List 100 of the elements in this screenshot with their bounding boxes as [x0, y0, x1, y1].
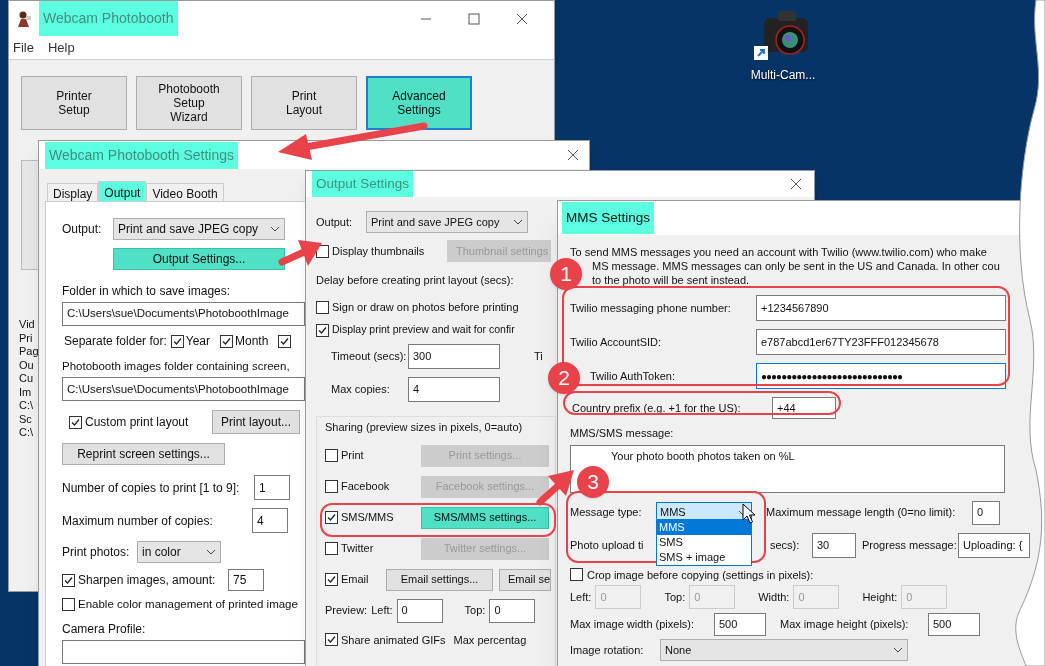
input-field[interactable]: 500 — [928, 613, 980, 636]
checkbox[interactable] — [170, 334, 184, 348]
dropdown[interactable]: Print and save JPEG copy — [113, 218, 285, 240]
input-field[interactable] — [62, 639, 305, 664]
window-title: MMS Settings — [562, 201, 655, 235]
input-field[interactable]: 300 — [408, 344, 500, 369]
checkbox[interactable] — [278, 334, 292, 348]
field-label: Preview: — [325, 603, 368, 619]
field-label: Max image width (pixels): — [570, 617, 696, 633]
field-label: Twilio messaging phone number: — [570, 300, 732, 316]
window-title: Webcam Photobooth Settings — [45, 141, 238, 169]
field-label: Width: — [758, 589, 790, 605]
checkbox[interactable] — [69, 415, 82, 429]
list-text: C:\ — [19, 426, 34, 440]
checkbox-label: Sign or draw on photos before printing — [332, 299, 519, 315]
checkbox-label: Crop image before copying (settings in pixels): — [587, 567, 814, 583]
close-icon[interactable] — [790, 178, 802, 191]
checkbox-label: Twitter — [341, 541, 375, 557]
tab[interactable]: Display — [47, 183, 99, 201]
input-field[interactable]: 0 — [972, 500, 1000, 525]
field-label: Print photos: — [62, 544, 131, 562]
checkbox[interactable] — [325, 511, 338, 524]
checkbox-label: Year — [185, 333, 210, 350]
window-title: Webcam Photobooth — [39, 1, 178, 36]
field-label: Folder in which to save images: — [62, 283, 231, 300]
checkbox[interactable] — [316, 300, 329, 314]
checkbox-label: Enable color management of printed image — [78, 597, 298, 613]
settings-button[interactable]: SMS/MMS settings... — [421, 506, 549, 529]
field-label: Maximum message length (0=no limit): — [766, 505, 957, 521]
input-field[interactable]: 4 — [252, 508, 288, 534]
input-field[interactable]: 4 — [408, 377, 500, 402]
input-field[interactable]: 0 — [396, 598, 443, 623]
chevron-down-icon — [893, 647, 903, 653]
toolbar-button[interactable]: Advanced Settings — [366, 76, 472, 130]
checkbox-label: Custom print layout — [85, 414, 189, 432]
maximize-icon[interactable] — [468, 12, 480, 25]
menu-item[interactable]: File — [13, 37, 34, 58]
input-field[interactable]: C:\Users\sue\Documents\PhotoboothImage — [62, 377, 305, 402]
tab[interactable]: Video Booth — [146, 183, 224, 201]
input-field[interactable]: 0 — [489, 598, 536, 623]
checkbox-label: Display thumbnails — [332, 244, 426, 259]
input-field[interactable]: 75 — [228, 569, 264, 592]
close-icon[interactable] — [567, 149, 579, 161]
settings-button[interactable]: Email settings... — [386, 568, 493, 591]
checkbox[interactable] — [316, 323, 329, 337]
dropdown-option[interactable]: SMS — [657, 535, 751, 550]
checkbox[interactable] — [62, 573, 75, 587]
input-field[interactable]: 500 — [714, 613, 766, 636]
field-label: Ti — [534, 349, 543, 365]
input-field[interactable]: +1234567890 — [756, 295, 1006, 321]
checkbox[interactable] — [325, 633, 338, 647]
field-label: MMS/SMS message: — [570, 426, 674, 441]
checkbox-label: SMS/MMS — [341, 510, 395, 526]
input-field[interactable]: C:\Users\sue\Documents\PhotoboothImage — [62, 302, 305, 326]
checkbox[interactable] — [62, 598, 75, 612]
list-text: Vid — [19, 318, 35, 332]
dropdown[interactable]: None — [660, 639, 908, 661]
dropdown[interactable]: in color — [137, 541, 221, 564]
list-text: Sc — [19, 412, 32, 426]
pointer-arrow — [536, 470, 574, 506]
tab[interactable]: Output — [98, 181, 147, 201]
shortcut-label[interactable]: Multi-Cam... — [750, 66, 816, 84]
dropdown-option[interactable]: MMS — [657, 520, 751, 535]
reprint-button[interactable]: Reprint screen settings... — [62, 443, 225, 466]
dropdown-option[interactable]: SMS + image — [657, 550, 751, 565]
close-icon[interactable] — [516, 12, 528, 25]
field-label: Separate folder for: — [64, 333, 167, 350]
field-label: Photobooth images folder containing screen, — [62, 359, 290, 374]
field-label: Top: — [464, 603, 486, 619]
checkbox-label: Month — [235, 333, 269, 350]
intro-text: to the photo will be sent instead. — [591, 273, 750, 287]
checkbox[interactable] — [325, 573, 338, 586]
field-label: secs): — [770, 537, 800, 553]
checkbox-label: Display print preview and wait for confir — [332, 322, 515, 338]
dropdown[interactable]: Print and save JPEG copy — [366, 211, 528, 234]
toolbar-button[interactable]: Printer Setup — [21, 76, 127, 130]
input-field[interactable]: Uploading: { — [958, 532, 1030, 558]
input-field[interactable]: +44 — [772, 397, 836, 419]
toolbar-button[interactable]: Print Layout — [251, 76, 357, 130]
intro-text: MS message. MMS messages can only be sent in the US and Canada. In other cou — [591, 259, 1000, 273]
input-field[interactable]: ●●●●●●●●●●●●●●●●●●●●●●●●●●●● — [756, 363, 1006, 389]
checkbox-label: Share animated GIFs — [341, 632, 446, 648]
print-layout-button[interactable]: Print layout... — [212, 410, 301, 435]
checkbox-label: Facebook — [341, 479, 391, 495]
toolbar-button[interactable]: Photobooth Setup Wizard — [136, 76, 242, 130]
input-field[interactable]: 30 — [812, 532, 856, 558]
field-label: Left: — [570, 589, 592, 605]
list-text: Cu — [19, 372, 34, 386]
email-settings-button[interactable]: Email se — [499, 568, 551, 591]
chevron-down-icon — [513, 219, 523, 226]
input-field[interactable]: 1 — [254, 475, 290, 501]
app-icon — [15, 9, 33, 28]
checkbox[interactable] — [570, 568, 583, 582]
output-settings-button[interactable]: Output Settings... — [113, 248, 285, 270]
chevron-down-icon — [206, 549, 216, 556]
chevron-down-icon — [270, 226, 280, 232]
input-field[interactable]: e787abcd1er67TY23FFF012345678 — [756, 329, 1006, 355]
field-label: Timeout (secs): — [331, 349, 408, 365]
menu-item[interactable]: Help — [47, 37, 75, 58]
checkbox[interactable] — [220, 334, 233, 348]
